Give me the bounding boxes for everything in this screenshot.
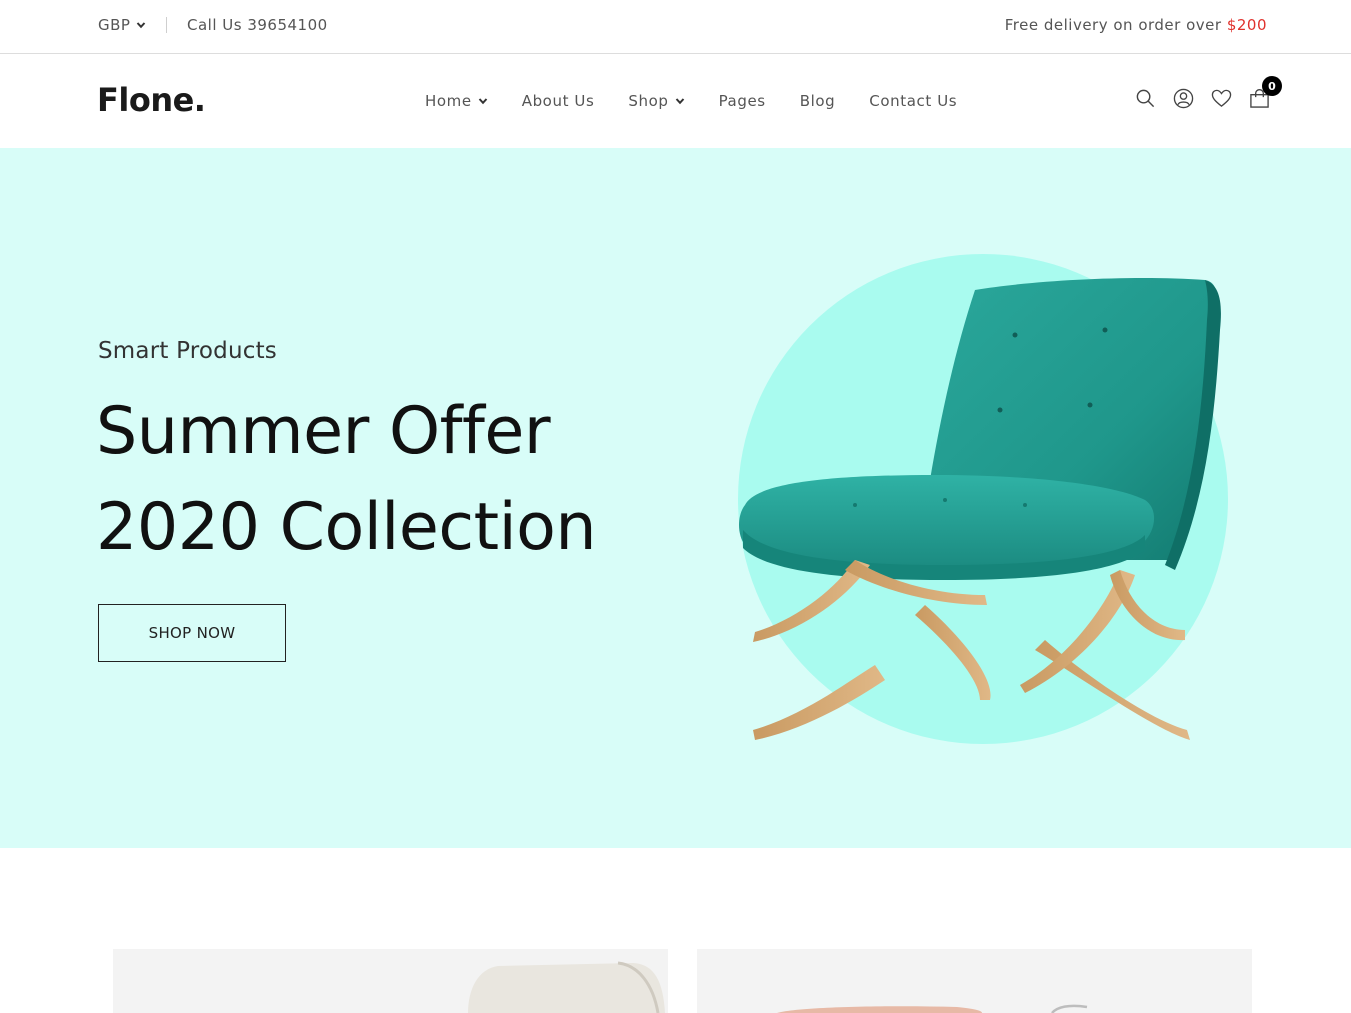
currency-selector[interactable]: GBP <box>98 16 146 34</box>
cart-count-badge: 0 <box>1262 76 1282 96</box>
hero-title-line-1: Summer Offer <box>96 394 551 469</box>
user-icon[interactable] <box>1173 88 1194 109</box>
banner-card-2[interactable] <box>697 949 1252 1013</box>
nav-item-about-us[interactable]: About Us <box>522 92 595 110</box>
call-us-text: Call Us 39654100 <box>187 16 328 34</box>
nav-label-blog: Blog <box>799 92 836 110</box>
free-delivery-notice: Free delivery on order over $200 <box>1005 16 1267 34</box>
chair-image <box>468 961 665 1013</box>
nav-label-home: Home <box>425 92 472 110</box>
shop-now-button[interactable]: SHOP NOW <box>98 604 286 662</box>
chevron-down-icon <box>675 98 684 105</box>
nav-label-about-us: About Us <box>521 92 595 110</box>
chevron-down-icon <box>137 22 146 29</box>
hero-title: Summer Offer 2020 Collection <box>96 384 597 576</box>
nav-item-contact-us[interactable]: Contact Us <box>869 92 957 110</box>
nav-item-shop[interactable]: Shop <box>628 92 684 110</box>
chevron-down-icon <box>478 98 487 105</box>
delivery-text: Free delivery on order over <box>1004 16 1227 34</box>
nav-label-contact-us: Contact Us <box>869 92 958 110</box>
header-icons <box>1135 88 1270 109</box>
hero-title-line-2: 2020 Collection <box>96 490 597 565</box>
nav-item-home[interactable]: Home <box>425 92 488 110</box>
main-header: Flone. Home About Us Shop Pages Blog Con… <box>0 55 1351 148</box>
top-divider <box>166 17 167 33</box>
search-icon[interactable] <box>1135 88 1156 109</box>
logo[interactable]: Flone. <box>97 81 206 119</box>
table-image <box>777 1004 1088 1013</box>
top-bar: GBP Call Us 39654100 Free delivery on or… <box>0 0 1351 54</box>
banner-card-1[interactable] <box>113 949 668 1013</box>
hero-slider: Smart Products Summer Offer 2020 Collect… <box>0 148 1351 848</box>
currency-label: GBP <box>98 16 131 34</box>
delivery-price: $200 <box>1226 16 1267 34</box>
hero-subtitle: Smart Products <box>98 338 277 364</box>
heart-icon[interactable] <box>1211 88 1232 109</box>
nav-label-shop: Shop <box>628 92 669 110</box>
chair-image <box>739 278 1221 740</box>
nav-label-pages: Pages <box>718 92 766 110</box>
main-nav: Home About Us Shop Pages Blog Contact Us <box>425 92 991 110</box>
nav-item-blog[interactable]: Blog <box>800 92 836 110</box>
nav-item-pages[interactable]: Pages <box>719 92 766 110</box>
